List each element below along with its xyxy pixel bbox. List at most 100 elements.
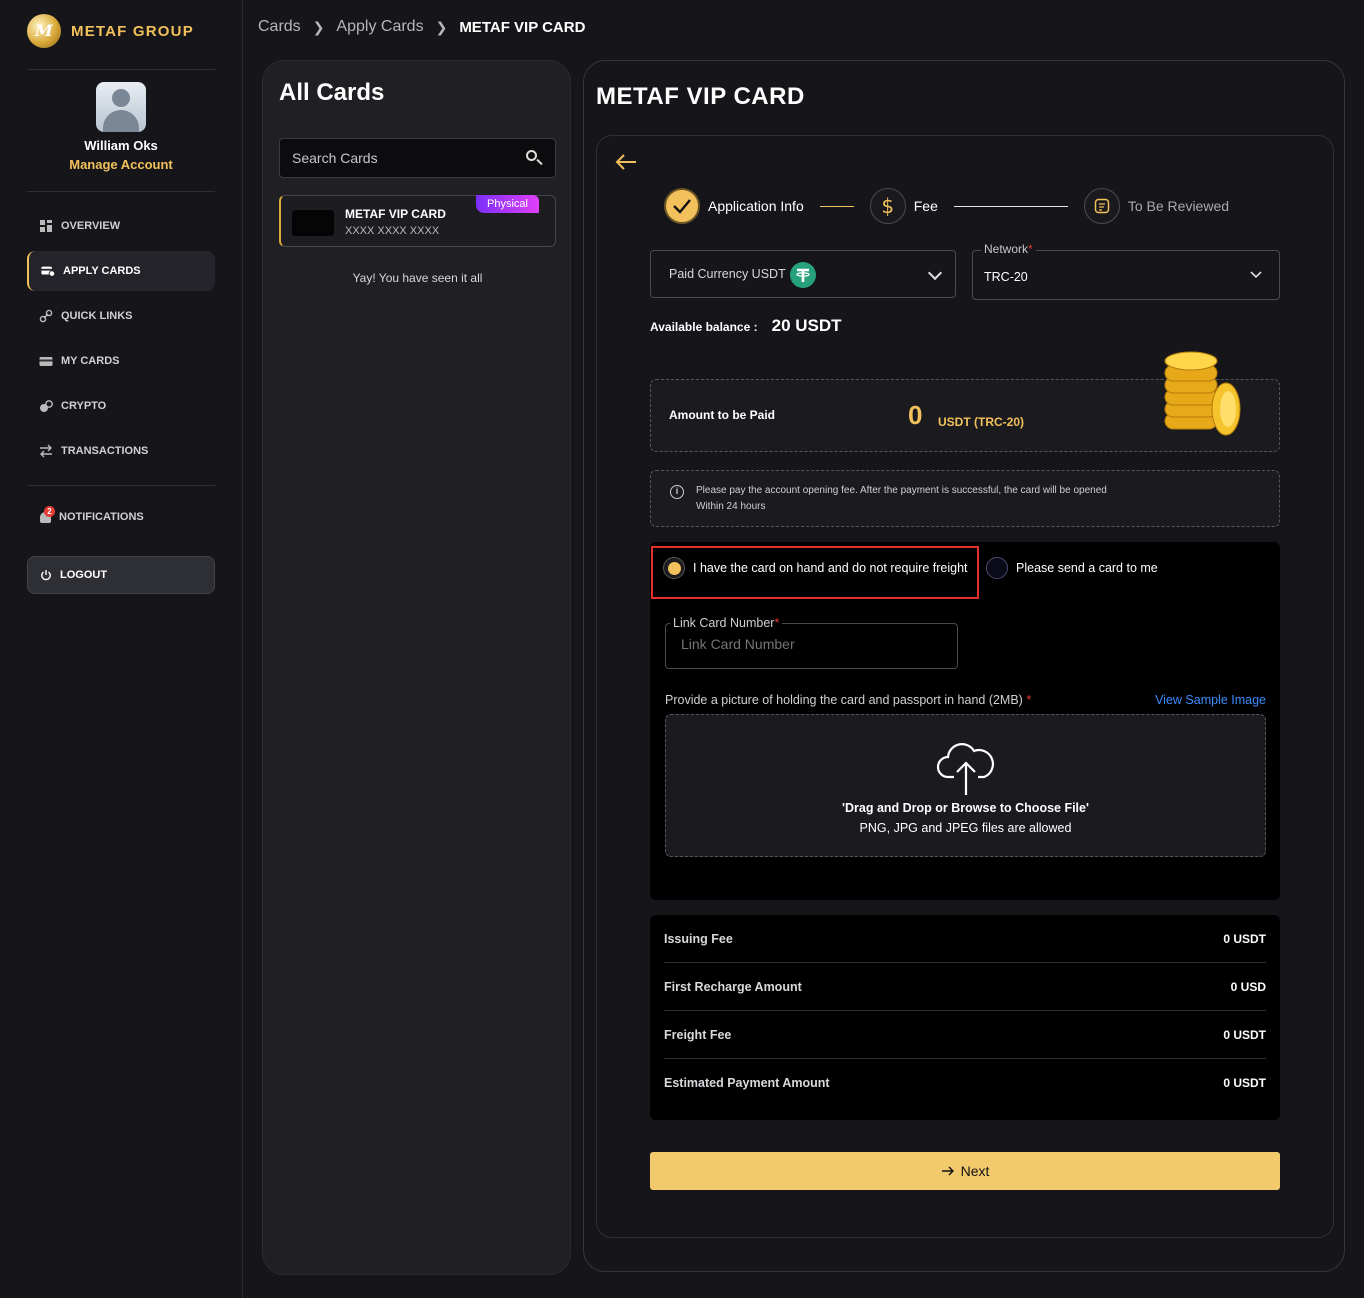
radio-send-card[interactable]: Please send a card to me: [986, 557, 1158, 579]
balance-value: 20 USDT: [771, 316, 842, 335]
stepper: Application Info $ Fee To Be Reviewed: [664, 188, 1229, 224]
upload-title: 'Drag and Drop or Browse to Choose File': [842, 801, 1089, 815]
paid-currency-select[interactable]: Paid Currency USDT: [650, 250, 956, 298]
available-balance: Available balance : 20 USDT: [650, 316, 842, 336]
avatar[interactable]: [96, 82, 146, 132]
sidebar-item-label: NOTIFICATIONS: [59, 511, 144, 523]
sidebar-item-label: QUICK LINKS: [61, 310, 133, 322]
coin-stack-icon: [1164, 351, 1241, 436]
profile: William Oks Manage Account: [27, 82, 215, 172]
view-sample-image-link[interactable]: View Sample Image: [1155, 693, 1266, 707]
brand-name: METAF GROUP: [71, 22, 194, 40]
notification-count-badge: 2: [44, 506, 55, 517]
balance-label: Available balance :: [650, 320, 758, 334]
sidebar-item-quick-links[interactable]: QUICK LINKS: [27, 296, 215, 336]
info-icon: i: [670, 485, 684, 499]
link-card-field: Link Card Number*: [665, 616, 958, 669]
fee-value: 0 USDT: [1223, 1076, 1266, 1090]
fee-label: Estimated Payment Amount: [664, 1076, 830, 1090]
cloud-upload-icon: [936, 743, 995, 795]
chevron-right-icon: ❯: [312, 18, 325, 35]
back-arrow-icon[interactable]: [614, 152, 638, 172]
sidebar-item-overview[interactable]: OVERVIEW: [27, 206, 215, 246]
breadcrumb-apply-cards[interactable]: Apply Cards: [336, 18, 423, 36]
sidebar-item-my-cards[interactable]: MY CARDS: [27, 341, 215, 381]
fee-row: Estimated Payment Amount 0 USDT: [664, 1059, 1266, 1107]
logout-button[interactable]: LOGOUT: [27, 556, 215, 594]
network-select[interactable]: Network* TRC-20: [972, 242, 1280, 300]
fee-label: Freight Fee: [664, 1027, 732, 1042]
application-form: Application Info $ Fee To Be Reviewed Pa…: [596, 135, 1334, 1238]
link-icon: [39, 309, 53, 323]
step-check-icon: [664, 188, 700, 224]
step-label: To Be Reviewed: [1127, 198, 1230, 214]
sidebar-item-apply-cards[interactable]: APPLY CARDS: [27, 251, 215, 291]
breadcrumb: Cards ❯ Apply Cards ❯ METAF VIP CARD: [258, 18, 585, 36]
sidebar-item-label: TRANSACTIONS: [61, 445, 149, 457]
power-icon: [41, 570, 51, 581]
fee-value: 0 USDT: [1223, 931, 1266, 946]
amount-value: 0: [908, 400, 923, 430]
search-input[interactable]: [292, 150, 525, 166]
sidebar-nav: OVERVIEW APPLY CARDS QUICK LINKS MY CARD…: [27, 206, 215, 476]
divider: [27, 69, 215, 70]
sidebar-item-notifications[interactable]: 2 NOTIFICATIONS: [39, 506, 144, 524]
profile-name: William Oks: [84, 138, 158, 153]
sidebar-item-label: MY CARDS: [61, 355, 120, 367]
list-end-text: Yay! You have seen it all: [352, 271, 483, 285]
radio-selected[interactable]: [663, 557, 685, 579]
page-title: METAF VIP CARD: [596, 83, 805, 110]
card-name: METAF VIP CARD: [345, 207, 446, 221]
sidebar-item-transactions[interactable]: TRANSACTIONS: [27, 431, 215, 471]
logout-label: LOGOUT: [60, 569, 108, 581]
radio-card-on-hand[interactable]: I have the card on hand and do not requi…: [663, 557, 968, 579]
breadcrumb-cards[interactable]: Cards: [258, 18, 301, 36]
amount-label: Amount to be Paid: [669, 408, 775, 422]
card-thumbnail: [292, 210, 334, 236]
network-label: Network*: [981, 242, 1036, 256]
next-label: Next: [960, 1163, 990, 1179]
crypto-icon: [40, 400, 53, 412]
card-add-icon: [41, 266, 55, 277]
link-card-number-input[interactable]: [681, 636, 941, 652]
step-connector: [953, 205, 1068, 207]
arrow-right-icon: [941, 1166, 954, 1176]
fee-row: Freight Fee 0 USDT: [664, 1011, 1266, 1059]
fee-summary: Issuing Fee 0 USDT First Recharge Amount 0…: [650, 915, 1280, 1120]
fee-label: Issuing Fee: [664, 931, 733, 946]
brand[interactable]: METAF GROUP: [27, 14, 194, 48]
upload-subtitle: PNG, JPG and JPEG files are allowed: [859, 821, 1072, 835]
grid-icon: [40, 220, 52, 232]
next-button[interactable]: Next: [650, 1152, 1280, 1190]
radio-label: Please send a card to me: [1016, 561, 1158, 575]
sidebar-item-label: OVERVIEW: [61, 220, 121, 232]
radio-unselected[interactable]: [986, 557, 1008, 579]
fee-label: First Recharge Amount: [664, 979, 802, 994]
dollar-icon: $: [869, 188, 906, 224]
manage-account-link[interactable]: Manage Account: [27, 157, 215, 172]
paid-currency-text: Paid Currency USDT: [669, 267, 786, 281]
swap-icon: [40, 444, 52, 458]
all-cards-title: All Cards: [279, 79, 385, 106]
link-card-label: Link Card Number*: [670, 616, 783, 630]
fee-value: 0 USD: [1230, 979, 1266, 994]
fee-row: First Recharge Amount 0 USD: [664, 963, 1266, 1011]
search-icon[interactable]: [525, 149, 543, 167]
sidebar-item-label: APPLY CARDS: [63, 265, 141, 277]
card-list-item[interactable]: METAF VIP CARD XXXX XXXX XXXX Physical: [279, 195, 556, 247]
bell-icon: 2: [39, 506, 55, 524]
sidebar-item-label: CRYPTO: [61, 400, 107, 412]
all-cards-panel: All Cards METAF VIP CARD XXXX XXXX XXXX …: [262, 60, 571, 1275]
sidebar: METAF GROUP William Oks Manage Account O…: [0, 0, 243, 1298]
card-application-panel: METAF VIP CARD Application Info $ Fee To…: [583, 60, 1345, 1272]
chevron-right-icon: ❯: [435, 18, 448, 35]
usdt-icon: [790, 262, 816, 288]
file-drop-zone[interactable]: 'Drag and Drop or Browse to Choose File'…: [665, 714, 1266, 857]
divider: [27, 191, 215, 192]
breadcrumb-current: METAF VIP CARD: [459, 18, 586, 36]
step-label: Application Info: [708, 198, 804, 214]
sidebar-item-crypto[interactable]: CRYPTO: [27, 386, 215, 426]
chevron-down-icon: [927, 265, 943, 281]
cards-icon: [39, 357, 53, 366]
physical-badge: Physical: [476, 195, 539, 213]
